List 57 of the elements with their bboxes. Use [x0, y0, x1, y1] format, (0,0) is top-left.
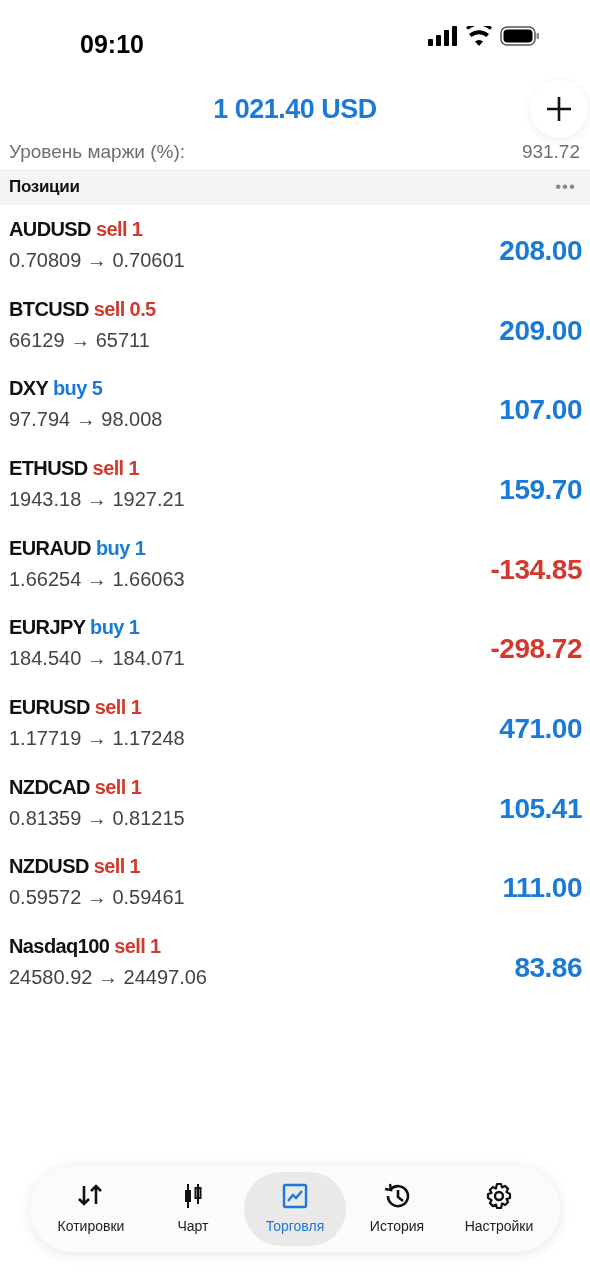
order-label: sell 1: [93, 855, 141, 878]
price-change: 1943.18 → 1927.21: [9, 486, 185, 512]
price-change: 24580.92 → 24497.06: [9, 965, 207, 991]
order-label: buy 1: [90, 616, 140, 639]
profit-value: 111.00: [502, 871, 582, 906]
battery-icon: [500, 26, 540, 46]
symbol-label: EURUSD: [9, 695, 90, 718]
order-label: sell 1: [94, 695, 142, 718]
symbol-label: NZDUSD: [9, 855, 89, 878]
balance-title: 1 021.40 USD: [213, 92, 377, 126]
history-icon: [383, 1181, 411, 1210]
tab-item[interactable]: История: [346, 1172, 448, 1246]
price-change: 66129 → 65711: [9, 327, 151, 353]
price-change: 97.794 → 98.008: [9, 407, 163, 433]
symbol-label: AUDUSD: [9, 217, 91, 240]
symbol-label: ETHUSD: [9, 456, 88, 479]
symbol-label: Nasdaq100: [9, 935, 110, 958]
symbol-label: EURJPY: [9, 616, 86, 639]
section-title: Позиции: [9, 176, 80, 199]
wifi-icon: [466, 26, 492, 46]
order-label: sell 1: [114, 935, 161, 958]
profit-value: 107.00: [499, 393, 582, 428]
plus-icon: [545, 95, 573, 123]
order-label: sell 1: [92, 456, 140, 479]
tab-item[interactable]: Чарт: [142, 1172, 244, 1246]
profit-value: 471.00: [499, 711, 582, 746]
symbol-label: BTCUSD: [9, 297, 89, 320]
symbol-label: DXY: [9, 377, 48, 400]
price-change: 0.70809 → 0.70601: [9, 247, 185, 273]
profit-value: 208.00: [499, 233, 582, 268]
order-label: sell 1: [94, 775, 142, 798]
profit-value: 159.70: [499, 472, 582, 507]
price-change: 1.66254 → 1.66063: [9, 566, 185, 592]
symbol-label: EURAUD: [9, 536, 91, 559]
line-chart-icon: [281, 1181, 309, 1210]
profit-value: -134.85: [490, 552, 582, 587]
profit-value: -298.72: [490, 632, 582, 667]
price-change: 0.81359 → 0.81215: [9, 805, 185, 831]
symbol-label: NZDCAD: [9, 775, 90, 798]
tab-item[interactable]: Котировки: [40, 1172, 142, 1246]
tab-item[interactable]: Торговля: [244, 1172, 346, 1246]
price-change: 184.540 → 184.071: [9, 646, 185, 672]
price-change: 0.59572 → 0.59461: [9, 885, 185, 911]
profit-value: 209.00: [499, 313, 582, 348]
settings-icon: [485, 1181, 513, 1210]
summary-label: Уровень маржи (%):: [9, 139, 186, 164]
summary-value: 931.72: [521, 139, 580, 164]
order-label: buy 5: [52, 377, 103, 400]
tab-item[interactable]: Настройки: [448, 1172, 550, 1246]
signal-icon: [428, 26, 458, 46]
profit-value: 83.86: [514, 951, 582, 986]
order-label: buy 1: [95, 536, 146, 559]
order-label: sell 1: [95, 217, 143, 240]
clock-time: 09:10: [80, 29, 144, 60]
order-label: sell 0.5: [93, 297, 156, 320]
profit-value: 105.41: [499, 791, 582, 826]
price-change: 1.17719 → 1.17248: [9, 725, 185, 751]
